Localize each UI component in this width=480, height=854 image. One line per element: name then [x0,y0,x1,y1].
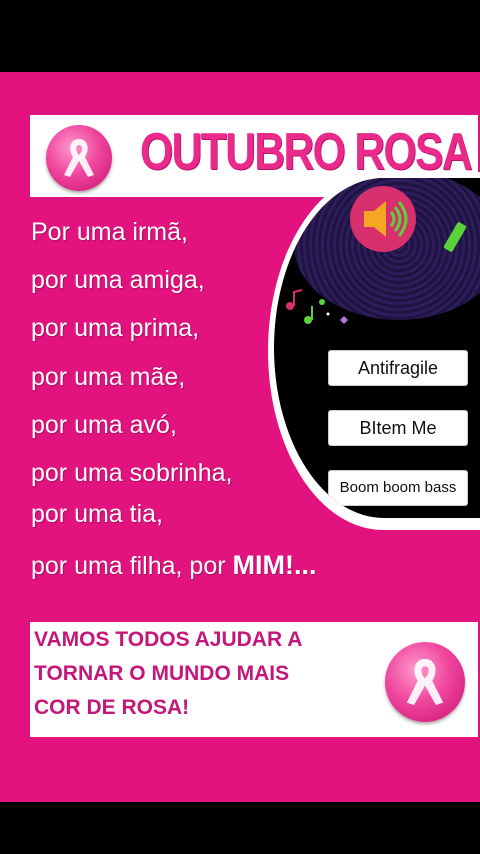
music-notes-icon [286,289,348,324]
poem-line: por uma amiga, [31,266,205,294]
pink-ribbon-icon [385,642,465,722]
poem-line: Por uma irmã, [31,218,188,246]
song-button-bitem-me[interactable]: BItem Me [328,410,468,446]
glowstick-icon [443,222,467,252]
poem-emphasis: MIM!... [232,550,317,580]
poem-line: por uma avó, [31,411,177,439]
poem-line: por uma tia, [31,500,164,528]
song-button-antifragile[interactable]: Antifragile [328,350,468,386]
footer-line: TORNAR O MUNDO MAIS [34,662,290,685]
poem-line: por uma prima, [31,314,200,342]
footer-line: COR DE ROSA! [34,696,190,719]
widget-panel: Antifragile BItem Me Boom boom bass [274,178,480,518]
poem-line: por uma sobrinha, [31,459,233,487]
poem-line: por uma mãe, [31,363,186,391]
speaker-button[interactable] [350,186,416,252]
song-button-boom-boom-bass[interactable]: Boom boom bass [328,470,468,506]
poem-last-line-text: por uma filha, por [31,552,233,580]
poem-last-line: por uma filha, por MIM!... [31,550,316,581]
music-player-widget: Antifragile BItem Me Boom boom bass [268,172,480,530]
pink-ribbon-icon [46,125,112,191]
speaker-icon [364,201,408,237]
footer-line: VAMOS TODOS AJUDAR A [34,628,303,651]
